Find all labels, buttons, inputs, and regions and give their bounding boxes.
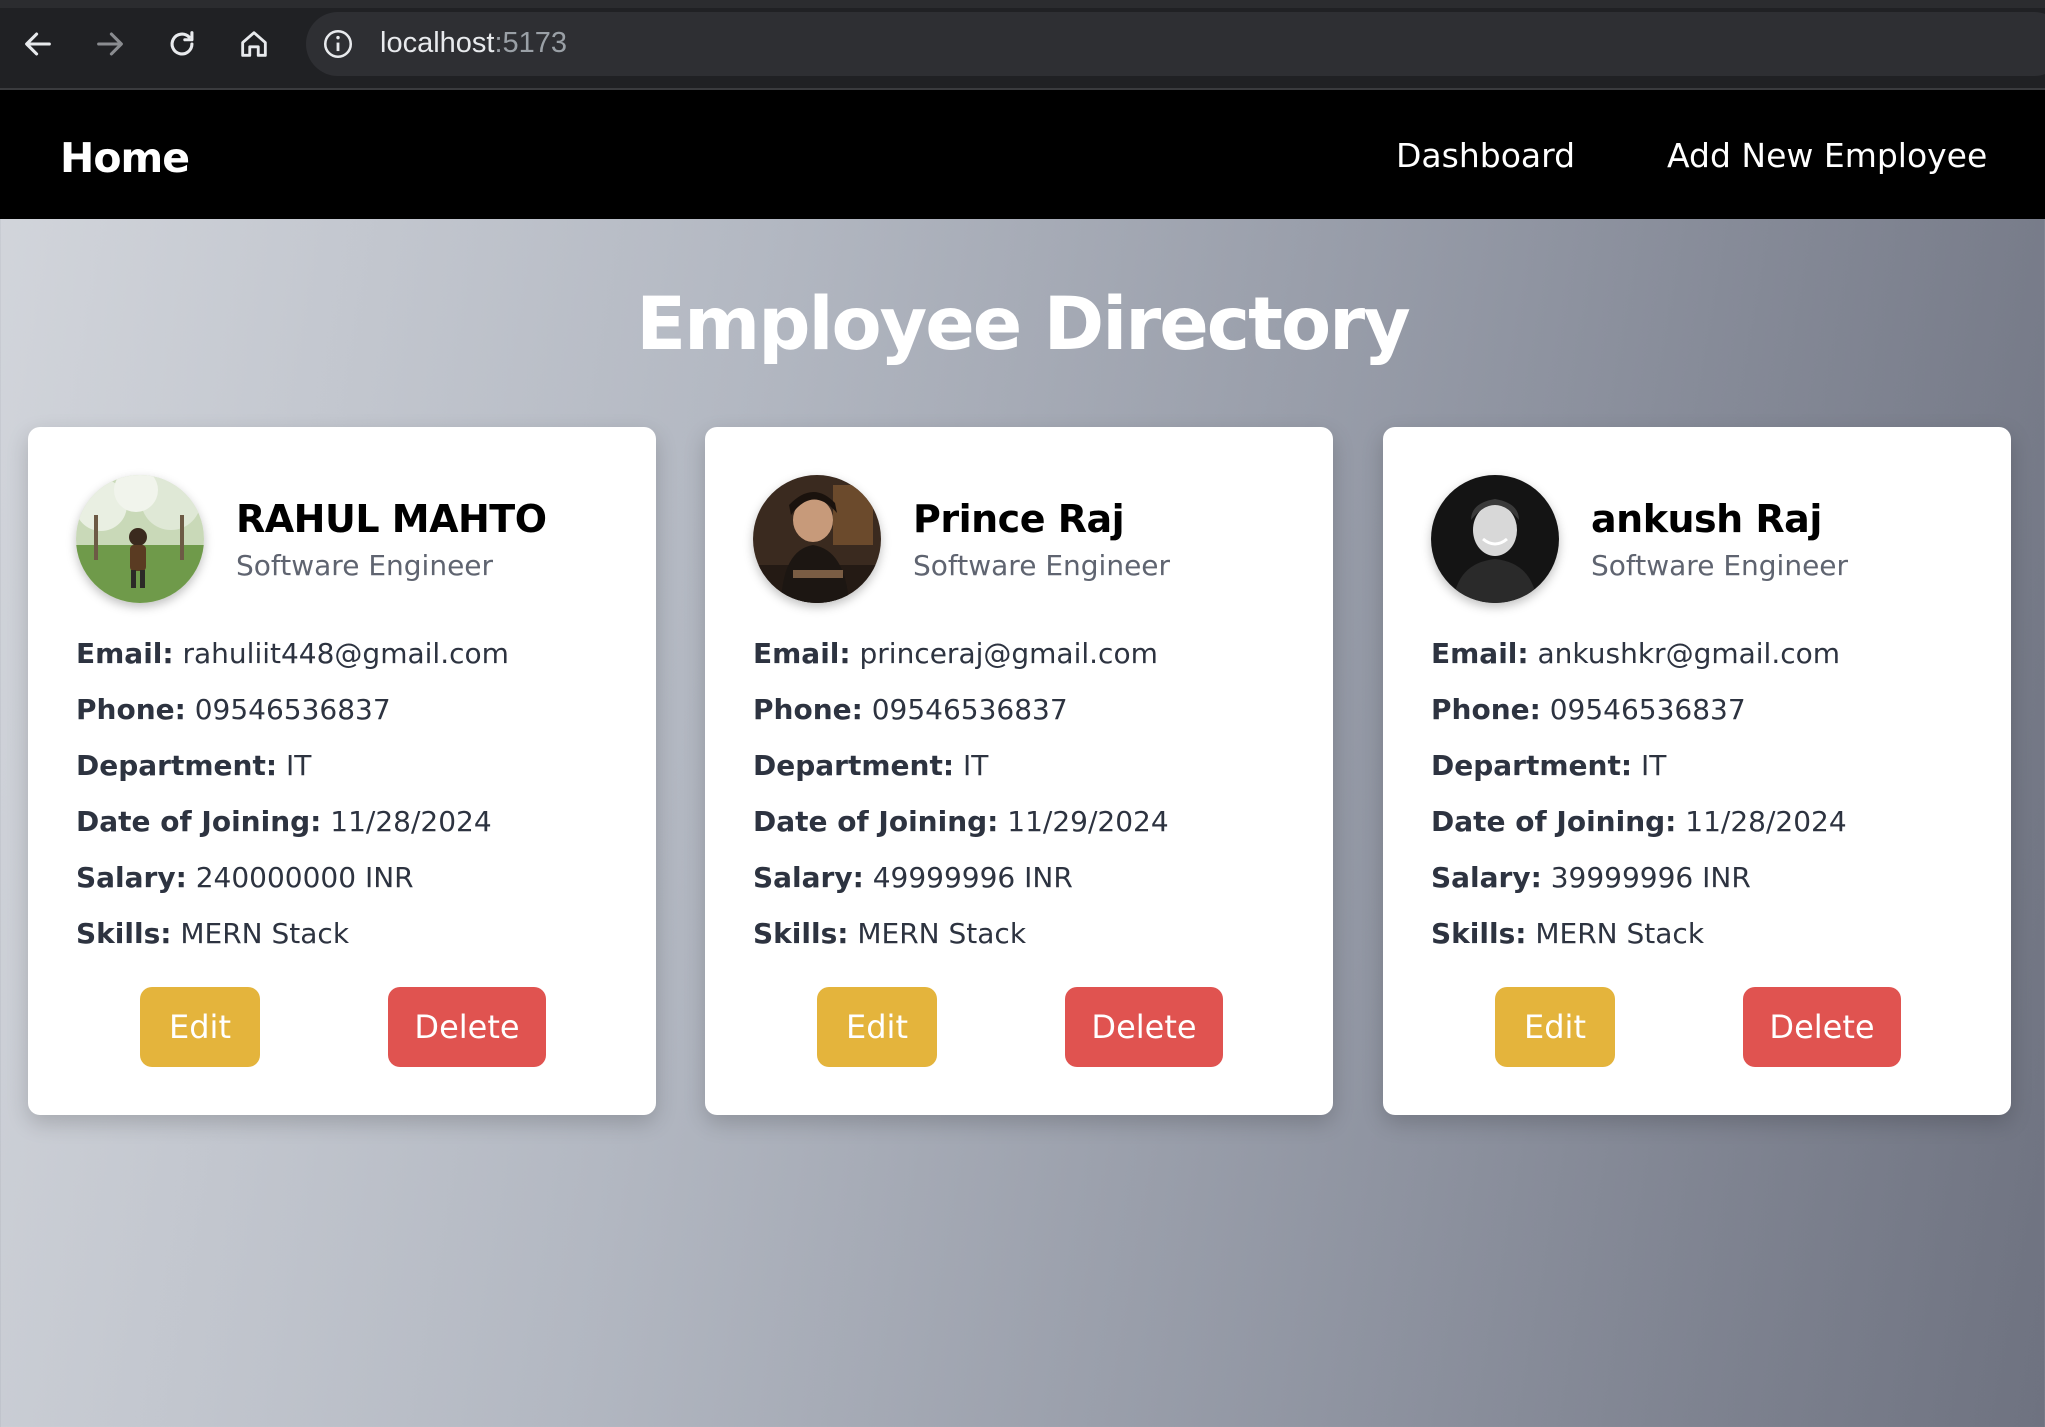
delete-button[interactable]: Delete <box>1065 987 1223 1067</box>
department-label: Department: <box>76 749 278 782</box>
skills-field: Skills: MERN Stack <box>753 917 1026 950</box>
date-of-joining-field: Date of Joining: 11/28/2024 <box>76 805 492 838</box>
forward-button[interactable] <box>84 18 136 70</box>
phone-value: 09546536837 <box>194 693 391 726</box>
salary-field: Salary: 49999996 INR <box>753 861 1073 894</box>
employee-avatar <box>753 475 881 603</box>
phone-label: Phone: <box>76 693 186 726</box>
email-field: Email: rahuliit448@gmail.com <box>76 637 509 670</box>
delete-button[interactable]: Delete <box>1743 987 1901 1067</box>
department-value: IT <box>285 749 312 782</box>
phone-field: Phone: 09546536837 <box>753 693 1068 726</box>
browser-tab-strip <box>0 0 2045 8</box>
salary-label: Salary: <box>753 861 864 894</box>
email-label: Email: <box>76 637 174 670</box>
home-button[interactable] <box>228 18 280 70</box>
phone-field: Phone: 09546536837 <box>1431 693 1746 726</box>
forward-arrow-icon <box>97 32 123 56</box>
date-of-joining-field: Date of Joining: 11/29/2024 <box>753 805 1169 838</box>
site-info-icon[interactable] <box>320 26 356 62</box>
home-icon <box>241 31 267 57</box>
skills-field: Skills: MERN Stack <box>76 917 349 950</box>
salary-label: Salary: <box>1431 861 1542 894</box>
date-of-joining-label: Date of Joining: <box>1431 805 1677 838</box>
nav-dashboard-link[interactable]: Dashboard <box>1396 136 1575 175</box>
employee-avatar <box>1431 475 1559 603</box>
back-button[interactable] <box>12 18 64 70</box>
url-host: localhost <box>380 27 495 59</box>
phone-value: 09546536837 <box>1549 693 1746 726</box>
salary-value: 240000000 INR <box>195 861 414 894</box>
email-value: princeraj@gmail.com <box>859 637 1158 670</box>
page-title: Employee Directory <box>636 282 1410 367</box>
edit-button[interactable]: Edit <box>140 987 260 1067</box>
email-label: Email: <box>753 637 851 670</box>
salary-value: 39999996 INR <box>1550 861 1751 894</box>
edit-button[interactable]: Edit <box>1495 987 1615 1067</box>
email-field: Email: princeraj@gmail.com <box>753 637 1158 670</box>
back-arrow-icon <box>25 32 51 56</box>
url-port: :5173 <box>494 27 568 59</box>
skills-label: Skills: <box>1431 917 1527 950</box>
skills-value: MERN Stack <box>857 917 1027 950</box>
salary-field: Salary: 39999996 INR <box>1431 861 1751 894</box>
email-value: ankushkr@gmail.com <box>1537 637 1841 670</box>
edit-button[interactable]: Edit <box>817 987 937 1067</box>
address-bar[interactable]: localhost:5173 <box>306 12 2045 76</box>
department-field: Department: IT <box>76 749 311 782</box>
department-value: IT <box>1640 749 1667 782</box>
employee-card: Prince Raj Software Engineer Email: prin… <box>705 427 1333 1115</box>
nav-home-link[interactable]: Home <box>60 134 190 182</box>
employee-name: Prince Raj <box>913 497 1125 541</box>
url-text[interactable]: localhost:5173 <box>380 27 567 60</box>
skills-label: Skills: <box>753 917 849 950</box>
email-field: Email: ankushkr@gmail.com <box>1431 637 1840 670</box>
date-of-joining-field: Date of Joining: 11/28/2024 <box>1431 805 1847 838</box>
reload-button[interactable] <box>156 18 208 70</box>
app-navbar: Home Dashboard Add New Employee <box>0 90 2045 219</box>
date-of-joining-value: 11/28/2024 <box>1685 805 1847 838</box>
email-label: Email: <box>1431 637 1529 670</box>
employee-avatar <box>76 475 204 603</box>
employee-role: Software Engineer <box>1591 549 1849 582</box>
employee-role: Software Engineer <box>236 549 494 582</box>
salary-label: Salary: <box>76 861 187 894</box>
department-value: IT <box>962 749 989 782</box>
skills-value: MERN Stack <box>1535 917 1705 950</box>
date-of-joining-label: Date of Joining: <box>753 805 999 838</box>
phone-value: 09546536837 <box>871 693 1068 726</box>
phone-label: Phone: <box>753 693 863 726</box>
phone-field: Phone: 09546536837 <box>76 693 391 726</box>
date-of-joining-label: Date of Joining: <box>76 805 322 838</box>
department-field: Department: IT <box>1431 749 1666 782</box>
date-of-joining-value: 11/29/2024 <box>1007 805 1169 838</box>
salary-field: Salary: 240000000 INR <box>76 861 414 894</box>
skills-value: MERN Stack <box>180 917 350 950</box>
reload-icon <box>170 31 194 56</box>
department-label: Department: <box>1431 749 1633 782</box>
skills-label: Skills: <box>76 917 172 950</box>
date-of-joining-value: 11/28/2024 <box>330 805 492 838</box>
department-field: Department: IT <box>753 749 988 782</box>
browser-toolbar: localhost:5173 <box>0 0 2045 90</box>
skills-field: Skills: MERN Stack <box>1431 917 1704 950</box>
email-value: rahuliit448@gmail.com <box>182 637 509 670</box>
employee-card: RAHUL MAHTO Software Engineer Email: rah… <box>28 427 656 1115</box>
department-label: Department: <box>753 749 955 782</box>
delete-button[interactable]: Delete <box>388 987 546 1067</box>
salary-value: 49999996 INR <box>872 861 1073 894</box>
phone-label: Phone: <box>1431 693 1541 726</box>
employee-card: ankush Raj Software Engineer Email: anku… <box>1383 427 2011 1115</box>
employee-role: Software Engineer <box>913 549 1171 582</box>
employee-name: ankush Raj <box>1591 497 1822 541</box>
employee-name: RAHUL MAHTO <box>236 497 547 541</box>
nav-add-employee-link[interactable]: Add New Employee <box>1667 136 1987 175</box>
